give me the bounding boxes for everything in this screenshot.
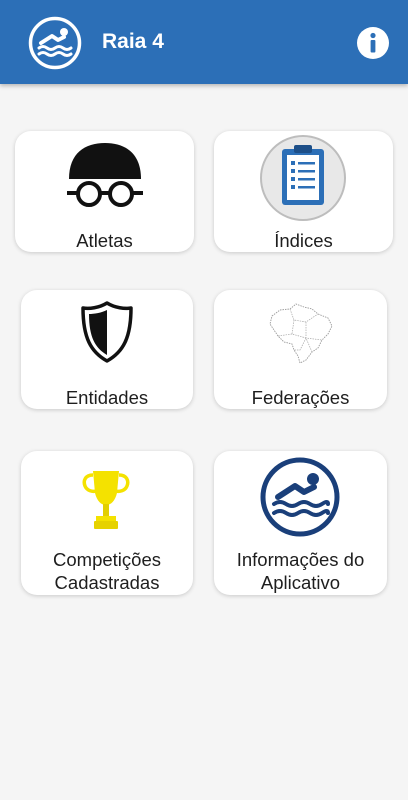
informacoes-card[interactable]: Informações do Aplicativo [214,451,387,595]
federacoes-label: Federações [251,387,350,408]
swimmer-icon [28,16,82,70]
informacoes-label-line1: Informações do [236,549,365,570]
competicoes-label: Competições Cadastradas [21,548,193,594]
informacoes-label-line2: Aplicativo [260,572,341,593]
app-title: Raia 4 [102,30,164,53]
entidades-label: Entidades [65,387,149,408]
competicoes-label-line1: Competições [53,549,161,570]
competicoes-card[interactable]: Competições Cadastradas [21,451,193,595]
indices-card[interactable]: Índices [214,131,393,252]
swimmer-icon [260,457,340,537]
shield-icon [81,301,133,363]
informacoes-label: Informações do Aplicativo [214,548,387,594]
swim-cap-goggles-icon [67,143,143,207]
atletas-label: Atletas [76,230,133,251]
clipboard-icon [260,135,346,221]
app-bar: Raia 4 [0,0,408,84]
trophy-icon [82,471,130,529]
entidades-card[interactable]: Entidades [21,290,193,409]
atletas-card[interactable]: Atletas [15,131,194,252]
info-icon[interactable] [356,26,390,60]
federacoes-card[interactable]: Federações [214,290,387,409]
indices-label: Índices [274,230,333,251]
competicoes-label-line2: Cadastradas [54,572,160,593]
brazil-map-icon [269,303,333,364]
